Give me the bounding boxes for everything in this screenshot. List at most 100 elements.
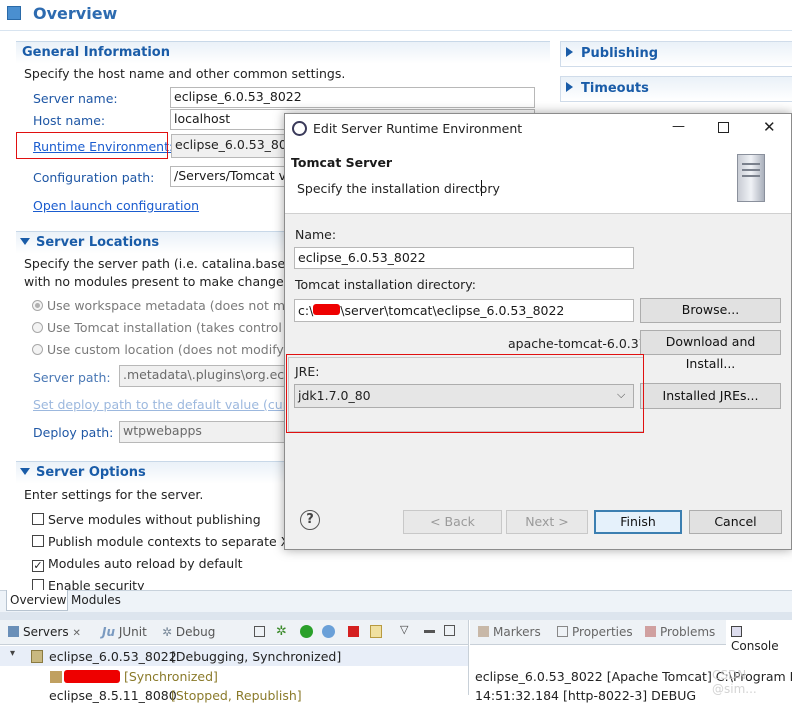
twisty-right-icon: [566, 47, 573, 57]
tab-servers[interactable]: Servers ✕: [8, 625, 81, 639]
tab-markers[interactable]: Markers: [478, 625, 541, 639]
close-icon[interactable]: ✕: [763, 118, 776, 136]
server-name-label: Server name:: [33, 91, 118, 106]
config-path-label: Configuration path:: [33, 170, 155, 185]
install-dir-field[interactable]: c:\ \server\tomcat\eclipse_6.0.53_8022: [294, 299, 634, 322]
maximize-icon[interactable]: [718, 122, 729, 133]
eclipse-dialog-icon: [292, 121, 307, 136]
radio-tomcat[interactable]: Use Tomcat installation (takes control o…: [32, 320, 298, 335]
module-icon: [50, 671, 62, 683]
help-icon[interactable]: ?: [300, 510, 320, 530]
next-button[interactable]: Next >: [506, 510, 588, 534]
tab-debug[interactable]: ✲ Debug: [162, 625, 215, 639]
open-launch-link[interactable]: Open launch configuration: [33, 198, 199, 213]
redaction-mark: [313, 304, 341, 315]
tab-properties[interactable]: Properties: [557, 625, 633, 639]
radio-custom[interactable]: Use custom location (does not modify To: [32, 342, 301, 357]
dialog-title: Edit Server Runtime Environment: [313, 121, 523, 136]
config-path-field[interactable]: /Servers/Tomcat v6: [170, 166, 290, 187]
locations-title[interactable]: Server Locations: [20, 235, 159, 250]
finish-button[interactable]: Finish: [594, 510, 682, 534]
deploy-path-field[interactable]: wtpwebapps: [119, 421, 287, 443]
set-deploy-link[interactable]: Set deploy path to the default value (cu…: [33, 397, 308, 412]
option-publish-contexts[interactable]: Publish module contexts to separate XM: [32, 534, 300, 549]
options-desc: Enter settings for the server.: [24, 487, 204, 502]
server-icon: [31, 650, 43, 663]
runtime-env-combo[interactable]: eclipse_6.0.53_8022: [171, 134, 291, 158]
server-row-2-state: [Stopped, Republish]: [171, 688, 302, 703]
tab-overview-label[interactable]: Overview: [10, 593, 67, 607]
dialog-heading: Tomcat Server: [291, 155, 393, 170]
tab-junit[interactable]: Ju JUnit: [102, 625, 147, 639]
server-path-label: Server path:: [33, 370, 111, 385]
checkbox-checked-icon: ✓: [32, 559, 44, 572]
debug-icon: ✲: [162, 625, 173, 639]
publish-icon[interactable]: [370, 625, 382, 638]
radio-workspace[interactable]: Use workspace metadata (does not mod: [32, 298, 301, 313]
back-button[interactable]: < Back: [403, 510, 502, 534]
tab-problems[interactable]: Problems: [645, 625, 715, 639]
collapse-icon[interactable]: [254, 626, 265, 637]
expand-icon[interactable]: ▾: [10, 648, 15, 659]
dialog-header: [285, 143, 791, 214]
deploy-path-label: Deploy path:: [33, 425, 114, 440]
checkbox-icon: [32, 535, 44, 547]
name-field[interactable]: eclipse_6.0.53_8022: [294, 247, 634, 269]
option-serve-modules[interactable]: Serve modules without publishing: [32, 512, 261, 527]
checkbox-icon: [32, 513, 44, 525]
console-line-2: 14:51:32.184 [http-8022-3] DEBUG: [475, 688, 697, 703]
publishing-title[interactable]: Publishing: [566, 46, 658, 61]
radio-icon: [32, 344, 43, 355]
options-title[interactable]: Server Options: [20, 465, 146, 480]
junit-icon: Ju: [102, 625, 116, 639]
dialog-subheading: Specify the installation directory: [297, 181, 500, 196]
minimize-icon[interactable]: —: [672, 119, 685, 134]
properties-icon: [557, 626, 568, 637]
general-desc: Specify the host name and other common s…: [24, 66, 346, 81]
twisty-down-icon[interactable]: [20, 238, 30, 245]
general-title[interactable]: General Information: [22, 45, 170, 60]
locations-desc-2: with no modules present to make changes.: [24, 274, 295, 289]
download-install-button[interactable]: Download and Install...: [640, 330, 781, 371]
twisty-right-icon: [566, 82, 573, 92]
views-separator: [0, 612, 792, 620]
jre-highlight-box: [286, 354, 644, 433]
locations-desc-1: Specify the server path (i.e. catalina.b…: [24, 256, 310, 271]
server-image-icon: [737, 154, 765, 202]
view-menu-icon[interactable]: ▽: [400, 623, 408, 636]
browse-button[interactable]: Browse...: [640, 298, 781, 323]
stop-icon[interactable]: [348, 626, 359, 637]
maximize-view-icon[interactable]: [444, 625, 455, 636]
tab-console[interactable]: Console: [731, 625, 792, 653]
console-icon: [731, 626, 742, 637]
redaction-mark: [64, 670, 120, 683]
server-path-field[interactable]: .metadata\.plugins\org.eclip: [119, 365, 287, 387]
overview-icon: [7, 6, 21, 20]
timeouts-title[interactable]: Timeouts: [566, 81, 649, 96]
twisty-down-icon[interactable]: [20, 468, 30, 475]
server-row-2-name[interactable]: eclipse_8.5.11_8080: [49, 688, 177, 703]
watermark: CSDN @sim...: [712, 668, 757, 696]
minimize-view-icon[interactable]: [424, 630, 435, 633]
dir-label: Tomcat installation directory:: [295, 277, 476, 292]
close-icon[interactable]: ✕: [72, 628, 80, 639]
profile-icon[interactable]: [322, 625, 335, 638]
child-state: [Synchronized]: [124, 669, 218, 684]
host-name-label: Host name:: [33, 113, 106, 128]
page-title: Overview: [33, 4, 118, 23]
start-icon[interactable]: [300, 625, 313, 638]
debug-start-icon[interactable]: ✲: [276, 624, 287, 639]
server-name-field[interactable]: eclipse_6.0.53_8022: [170, 87, 535, 108]
server-row-1-state: [Debugging, Synchronized]: [171, 649, 342, 664]
tab-modules-label[interactable]: Modules: [71, 593, 121, 607]
radio-icon: [32, 300, 43, 311]
name-label: Name:: [295, 227, 337, 242]
installed-jres-button[interactable]: Installed JREs...: [640, 383, 781, 409]
markers-icon: [478, 626, 489, 637]
option-auto-reload[interactable]: ✓ Modules auto reload by default: [32, 556, 243, 572]
servers-icon: [8, 626, 19, 637]
server-row-1-name: eclipse_6.0.53_8022: [49, 649, 177, 664]
cancel-button[interactable]: Cancel: [689, 510, 782, 534]
tomcat-version: apache-tomcat-6.0.37: [508, 336, 647, 351]
radio-icon: [32, 322, 43, 333]
